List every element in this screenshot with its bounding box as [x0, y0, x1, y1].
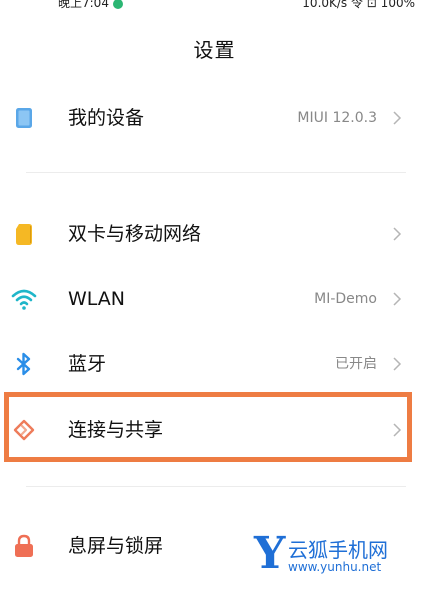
status-bar: 晚上7:04 10.0K/s 令 ⊡ 100%: [0, 0, 429, 12]
watermark: Y 云狐手机网 www.yunhu.net: [254, 532, 424, 578]
status-time-text: 晚上7:04: [58, 0, 109, 10]
settings-row-value: MI-Demo: [314, 291, 377, 307]
chevron-right-icon: [389, 110, 405, 126]
settings-row-label: WLAN: [68, 288, 126, 310]
wifi-icon: [10, 285, 38, 313]
settings-row-dual-sim[interactable]: 双卡与移动网络: [0, 206, 429, 262]
settings-row-value: MIUI 12.0.3: [297, 110, 377, 126]
chevron-right-icon: [389, 356, 405, 372]
section-divider: [26, 172, 406, 173]
settings-row-label: 双卡与移动网络: [68, 223, 202, 245]
status-indicators: 10.0K/s 令 ⊡ 100%: [302, 0, 415, 10]
lock-icon: [10, 532, 38, 560]
chevron-right-icon: [389, 291, 405, 307]
highlight-annotation-box: [4, 392, 412, 462]
settings-row-bluetooth[interactable]: 蓝牙 已开启: [0, 336, 429, 392]
watermark-logo: Y: [254, 528, 286, 579]
settings-row-value: 已开启: [335, 356, 377, 372]
settings-row-my-device[interactable]: 我的设备 MIUI 12.0.3: [0, 90, 429, 146]
tablet-icon: [10, 104, 38, 132]
section-divider: [26, 486, 406, 487]
chevron-right-icon: [389, 226, 405, 242]
settings-row-wlan[interactable]: WLAN MI-Demo: [0, 271, 429, 327]
settings-row-label: 我的设备: [68, 107, 145, 129]
bluetooth-icon: [10, 350, 38, 378]
watermark-url: www.yunhu.net: [288, 560, 382, 574]
settings-row-label: 蓝牙: [68, 353, 107, 375]
status-dot-icon: [112, 0, 123, 9]
settings-row-label: 息屏与锁屏: [68, 535, 164, 557]
page-title: 设置: [193, 38, 236, 62]
watermark-name: 云狐手机网: [288, 538, 388, 562]
status-time: 晚上7:04: [58, 0, 123, 11]
sim-card-icon: [10, 220, 38, 248]
